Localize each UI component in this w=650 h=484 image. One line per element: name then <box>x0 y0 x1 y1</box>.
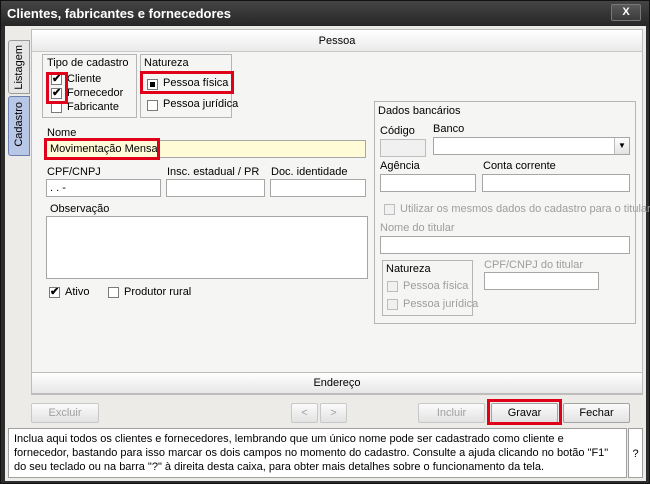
cpf-titular-label: CPF/CNPJ do titular <box>484 259 584 271</box>
agencia-input[interactable] <box>380 174 476 192</box>
gravar-button[interactable]: Gravar <box>491 403 558 423</box>
conta-corrente-input[interactable] <box>482 174 630 192</box>
produtor-rural-label: Produtor rural <box>124 286 192 298</box>
dados-bancarios-legend: Dados bancários <box>378 105 461 117</box>
nome-label: Nome <box>47 127 77 139</box>
incluir-button[interactable]: Incluir <box>418 403 485 423</box>
agencia-label: Agência <box>380 160 420 172</box>
previous-record-button[interactable]: < <box>291 403 318 423</box>
titular-natureza-group: Natureza Pessoa física Pessoa jurídica <box>382 260 478 316</box>
banco-select[interactable]: ▼ <box>433 137 630 155</box>
doc-identidade-label: Doc. identidade <box>271 166 348 178</box>
help-text-box: Inclua aqui todos os clientes e forneced… <box>8 428 627 478</box>
application-window: Clientes, fabricantes e fornecedores X L… <box>0 0 650 484</box>
tab-listagem[interactable]: Listagem <box>8 40 30 94</box>
check-icon: ✔ <box>52 87 62 99</box>
pessoa-section-header[interactable]: Pessoa <box>32 30 642 52</box>
cliente-label: Cliente <box>67 73 102 85</box>
tab-cadastro[interactable]: Cadastro <box>8 96 30 156</box>
cpf-input[interactable]: . . - <box>46 179 161 197</box>
tipo-cadastro-group: Tipo de cadastro ✔ Cliente ✔ Fornecedor … <box>42 54 137 118</box>
fornecedor-label: Fornecedor <box>67 87 124 99</box>
check-icon: ✔ <box>52 73 62 85</box>
observacao-textarea[interactable] <box>46 216 368 279</box>
cpf-label: CPF/CNPJ <box>47 166 101 178</box>
window-title: Clientes, fabricantes e fornecedores <box>7 6 231 21</box>
insc-estadual-input[interactable] <box>166 179 265 197</box>
window-client-area: Listagem Cadastro Pessoa Tipo de cadastr… <box>5 26 650 481</box>
endereco-section-header[interactable]: Endereço <box>31 372 643 394</box>
pessoa-juridica-label: Pessoa jurídica <box>163 98 239 110</box>
titular-pessoa-fisica-label: Pessoa física <box>403 280 469 292</box>
tab-cadastro-label: Cadastro <box>13 102 25 147</box>
help-question-button[interactable]: ? <box>628 428 643 478</box>
natureza-group: Natureza Pessoa física Pessoa jurídica <box>140 54 238 118</box>
pessoa-fisica-radio[interactable] <box>147 79 158 90</box>
fornecedor-checkbox[interactable]: ✔ <box>51 87 62 99</box>
titular-pessoa-fisica-radio[interactable] <box>387 281 398 292</box>
produtor-rural-checkbox[interactable] <box>108 287 119 298</box>
cpf-titular-input[interactable] <box>484 272 599 290</box>
nome-input[interactable]: Movimentação Mensal <box>46 140 366 158</box>
fechar-button[interactable]: Fechar <box>563 403 630 423</box>
pessoa-fisica-label: Pessoa física <box>163 77 229 89</box>
pessoa-panel: Pessoa Tipo de cadastro ✔ Cliente ✔ Forn… <box>31 29 650 395</box>
fabricante-checkbox[interactable] <box>51 102 62 113</box>
natureza-legend: Natureza <box>144 57 189 69</box>
utilizar-dados-checkbox[interactable] <box>384 204 395 215</box>
insc-estadual-label: Insc. estadual / PR <box>167 166 260 178</box>
next-record-button[interactable]: > <box>320 403 347 423</box>
titular-pessoa-juridica-label: Pessoa jurídica <box>403 298 479 310</box>
codigo-input[interactable] <box>380 139 426 157</box>
pessoa-juridica-radio[interactable] <box>147 100 158 111</box>
check-icon: ✔ <box>50 286 60 298</box>
ativo-label: Ativo <box>65 286 90 298</box>
utilizar-dados-label: Utilizar os mesmos dados do cadastro par… <box>400 203 650 215</box>
codigo-label: Código <box>380 125 415 137</box>
ativo-checkbox[interactable]: ✔ <box>49 286 60 298</box>
excluir-button[interactable]: Excluir <box>31 403 99 423</box>
banco-label: Banco <box>433 123 465 135</box>
cliente-checkbox[interactable]: ✔ <box>51 73 62 85</box>
tab-listagem-label: Listagem <box>13 45 25 90</box>
radio-selected-dot <box>150 82 155 87</box>
chevron-down-icon: ▼ <box>614 138 629 154</box>
tipo-cadastro-legend: Tipo de cadastro <box>47 57 129 69</box>
doc-identidade-input[interactable] <box>270 179 366 197</box>
conta-corrente-label: Conta corrente <box>483 160 556 172</box>
nome-titular-input[interactable] <box>380 236 630 254</box>
title-bar: Clientes, fabricantes e fornecedores X <box>1 1 649 26</box>
titular-natureza-legend: Natureza <box>386 263 431 275</box>
nome-titular-label: Nome do titular <box>380 222 455 234</box>
dados-bancarios-group: Dados bancários Código Banco ▼ Agência C… <box>374 101 650 324</box>
close-button[interactable]: X <box>611 4 641 21</box>
fabricante-label: Fabricante <box>67 101 119 113</box>
observacao-label: Observação <box>50 203 110 215</box>
titular-pessoa-juridica-radio[interactable] <box>387 299 398 310</box>
